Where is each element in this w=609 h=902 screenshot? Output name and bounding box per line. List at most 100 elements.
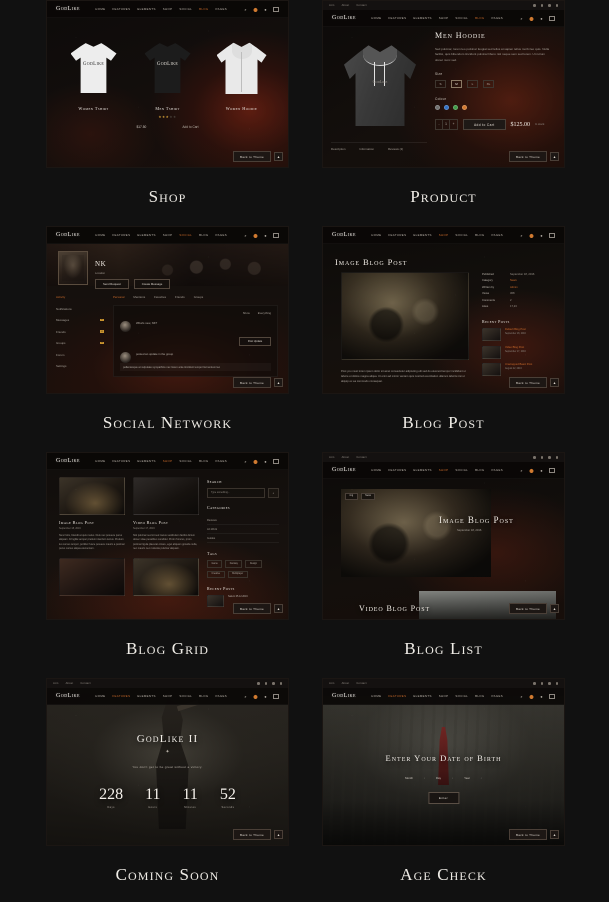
- cart-icon[interactable]: ⬤: [529, 16, 534, 21]
- tag-item[interactable]: Game: [207, 560, 223, 568]
- agecheck-submit-button[interactable]: Enter: [427, 792, 460, 804]
- chevron-up-icon[interactable]: ▴: [274, 604, 283, 613]
- bloglist-post2-title[interactable]: Video Blog Post: [359, 604, 430, 613]
- qty-decrement[interactable]: -: [436, 120, 443, 130]
- shop-product-card[interactable]: GodLike Men Tshirt ★★★★★ $17.50 Add to C…: [135, 33, 201, 129]
- back-to-theme-button[interactable]: Back to Theme: [232, 377, 271, 388]
- nav-link-home[interactable]: Home: [95, 694, 105, 698]
- back-to-theme-button[interactable]: Back to Theme: [232, 829, 271, 840]
- pill-format[interactable]: img: [345, 493, 358, 500]
- topbar-link-contact[interactable]: Contact: [356, 456, 366, 459]
- day-select[interactable]: ◦: [452, 776, 453, 780]
- create-message-button[interactable]: Create Message: [133, 279, 171, 289]
- menu-icon[interactable]: [549, 15, 555, 21]
- chevron-up-icon[interactable]: ▴: [550, 378, 559, 387]
- user-icon[interactable]: ●: [263, 7, 268, 12]
- topbar-link-about[interactable]: About: [342, 4, 350, 7]
- swatch-grey[interactable]: [435, 104, 440, 110]
- size-option-s[interactable]: S: [435, 79, 446, 88]
- feed-filter-select[interactable]: Everything: [258, 311, 271, 315]
- youtube-icon[interactable]: [555, 4, 558, 7]
- topbar-link-about[interactable]: About: [66, 682, 74, 685]
- category-item[interactable]: Reviews: [207, 516, 279, 525]
- chevron-up-icon[interactable]: ▴: [550, 152, 559, 161]
- topbar-link-contact[interactable]: Contact: [356, 682, 366, 685]
- cart-icon[interactable]: ⬤: [253, 233, 258, 238]
- sidebar-item-groups[interactable]: Groups 3: [56, 341, 104, 345]
- chevron-up-icon[interactable]: ▴: [274, 378, 283, 387]
- chevron-up-icon[interactable]: ▴: [274, 152, 283, 161]
- nav-link-pages[interactable]: Pages: [216, 7, 228, 11]
- tag-item[interactable]: Fantasy: [225, 560, 243, 568]
- nav-link-pages[interactable]: Pages: [492, 16, 504, 20]
- menu-icon[interactable]: [549, 467, 555, 473]
- nav-link-pages[interactable]: Pages: [492, 694, 504, 698]
- nav-link-social[interactable]: Social: [179, 459, 192, 463]
- nav-link-shop[interactable]: Shop: [163, 459, 173, 463]
- demo-preview-blog-post[interactable]: GodLike Home Features Elements Shop Soci…: [322, 226, 565, 394]
- nav-link-home[interactable]: Home: [95, 459, 105, 463]
- year-select[interactable]: ◦: [481, 776, 482, 780]
- nav-link-social[interactable]: Social: [455, 694, 468, 698]
- nav-link-features[interactable]: Features: [388, 468, 406, 472]
- size-option-m[interactable]: M: [451, 79, 462, 88]
- post-update-button[interactable]: Post Update: [239, 337, 271, 346]
- search-icon[interactable]: ⌕: [519, 233, 524, 238]
- user-icon[interactable]: ●: [539, 233, 544, 238]
- chevron-up-icon[interactable]: ▴: [550, 604, 559, 613]
- size-option-l[interactable]: L: [467, 79, 478, 88]
- topbar-link-contact[interactable]: Contact: [80, 682, 90, 685]
- nav-link-elements[interactable]: Elements: [137, 7, 155, 11]
- brand-logo[interactable]: GodLike: [332, 467, 356, 473]
- nav-link-features[interactable]: Features: [388, 16, 406, 20]
- qty-increment[interactable]: +: [450, 120, 457, 129]
- quantity-stepper[interactable]: - 1 +: [435, 119, 458, 131]
- search-icon[interactable]: ⌕: [243, 233, 248, 238]
- nav-link-pages[interactable]: Pages: [492, 468, 504, 472]
- cart-icon[interactable]: ⬤: [253, 7, 258, 12]
- month-select[interactable]: ◦: [424, 776, 425, 780]
- tab-description[interactable]: Description: [331, 147, 345, 151]
- post-input-placeholder[interactable]: What's new, NK?: [136, 321, 157, 325]
- menu-icon[interactable]: [273, 232, 279, 238]
- cart-icon[interactable]: ⬤: [529, 468, 534, 473]
- nav-link-shop[interactable]: Shop: [439, 694, 449, 698]
- topbar-link-join[interactable]: Join: [329, 456, 335, 459]
- cart-icon[interactable]: ⬤: [253, 459, 258, 464]
- size-option-xl[interactable]: XL: [483, 79, 494, 88]
- nav-link-elements[interactable]: Elements: [413, 694, 431, 698]
- demo-preview-blog-list[interactable]: Join About Contact GodLike Home: [322, 452, 565, 620]
- recent-post-title[interactable]: Video Blog Post: [505, 346, 526, 350]
- nav-link-features[interactable]: Features: [112, 7, 130, 11]
- twitter-icon[interactable]: [540, 4, 543, 7]
- user-icon[interactable]: ●: [263, 459, 268, 464]
- sidebar-item-forum[interactable]: Forum: [56, 353, 104, 357]
- menu-icon[interactable]: [549, 232, 555, 238]
- nav-link-pages[interactable]: Pages: [216, 694, 228, 698]
- search-icon[interactable]: ⌕: [519, 694, 524, 699]
- blog-card-title[interactable]: Image Blog Post: [59, 520, 125, 525]
- nav-link-shop[interactable]: Shop: [439, 16, 449, 20]
- nav-link-features[interactable]: Features: [112, 459, 130, 463]
- brand-logo[interactable]: GodLike: [332, 15, 356, 21]
- recent-post-item[interactable]: Default Blog Post September 18, 2016: [482, 328, 554, 341]
- cart-icon[interactable]: ⬤: [529, 694, 534, 699]
- facebook-icon[interactable]: [533, 4, 536, 7]
- product-gallery[interactable]: GodLike: [331, 27, 429, 141]
- recent-post-title[interactable]: Unwrapped Basic Post: [505, 363, 532, 367]
- nav-link-pages[interactable]: Pages: [492, 233, 504, 237]
- nav-link-blog[interactable]: Blog: [475, 16, 484, 20]
- nav-link-social[interactable]: Social: [179, 7, 192, 11]
- search-icon[interactable]: ⌕: [519, 16, 524, 21]
- topbar-link-join[interactable]: Join: [329, 4, 335, 7]
- search-icon[interactable]: ⌕: [243, 694, 248, 699]
- post-composer[interactable]: What's new, NK?: [120, 321, 271, 332]
- facebook-icon[interactable]: [257, 682, 260, 685]
- nav-link-home[interactable]: Home: [371, 694, 381, 698]
- back-to-theme-button[interactable]: Back to Theme: [508, 829, 547, 840]
- nav-link-blog[interactable]: Blog: [199, 459, 208, 463]
- tab-groups[interactable]: Groups: [194, 295, 203, 299]
- tab-mentions[interactable]: Mentions: [133, 295, 145, 299]
- demo-preview-shop[interactable]: GodLike Home Features Elements Shop Soci…: [46, 0, 289, 168]
- nav-link-home[interactable]: Home: [95, 7, 105, 11]
